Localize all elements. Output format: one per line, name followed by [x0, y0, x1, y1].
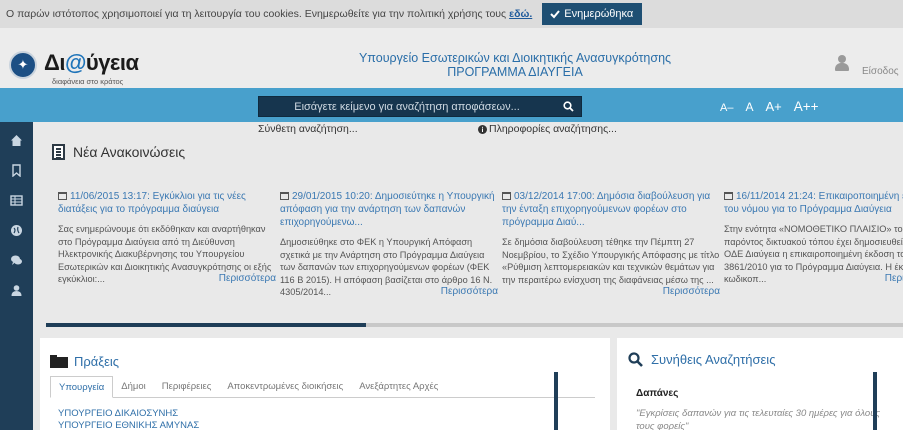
carousel-scroll-thumb[interactable]: [46, 323, 366, 327]
search-box: [258, 96, 582, 117]
folder-open-icon: [50, 355, 68, 368]
search-input[interactable]: [259, 100, 555, 113]
cookie-bar: Ο παρών ιστότοπος χρησιμοποιεί για τη λε…: [0, 0, 903, 28]
announcement-item: 16/11/2014 21:24: Επικαιροποιημένη έκδοσ…: [724, 190, 903, 286]
search-icon: [628, 352, 643, 367]
frequent-searches-panel: Συνήθεις Αναζητήσεις Δαπάνες "Εγκρίσεις …: [617, 338, 903, 430]
announcement-item: 29/01/2015 10:20: Δημοσιεύτηκε η Υπουργι…: [280, 190, 498, 299]
acts-title: Πράξεις: [74, 354, 120, 369]
more-link[interactable]: Περισσότερα: [441, 286, 498, 299]
greek-seal-icon: ✦: [9, 51, 37, 79]
font-size-controls: A– A A+ A++: [720, 99, 819, 114]
announcement-text: Στην ενότητα «ΝΟΜΟΘΕΤΙΚΟ ΠΛΑΙΣΙΟ» του πα…: [724, 224, 903, 284]
announcement-head: 03/12/2014 17:00: Δημόσια διαβούλευση γι…: [502, 191, 711, 228]
news-icon: [52, 144, 65, 160]
user-icon: [11, 285, 22, 296]
announcement-item: 11/06/2015 13:17: Εγκύκλιοι για τις νέες…: [58, 190, 276, 286]
rail-user[interactable]: [0, 279, 33, 302]
search-bar: A– A A+ A++: [0, 88, 903, 122]
frequent-searches-scrollbar[interactable]: [873, 372, 877, 430]
ministry-title: Υπουργείο Εσωτερικών και Διοικητικής Ανα…: [300, 51, 730, 79]
check-icon: [550, 10, 561, 19]
logo-part: ύγεια: [85, 50, 139, 75]
list-item[interactable]: ΥΠΟΥΡΓΕΙΟ ΕΘΝΙΚΗΣ ΑΜΥΝΑΣ: [58, 420, 199, 430]
cookie-accept-label: Ενημερώθηκα: [564, 8, 634, 20]
acts-scrollbar[interactable]: [554, 372, 558, 430]
more-link[interactable]: Περισσότερα: [663, 286, 720, 299]
frequent-searches-title: Συνήθεις Αναζητήσεις: [651, 352, 776, 367]
announcement-head: 11/06/2015 13:17: Εγκύκλιοι για τις νέες…: [58, 191, 246, 215]
announcement-head: 29/01/2015 10:20: Δημοσιεύτηκε η Υπουργι…: [280, 191, 495, 228]
announcement-link[interactable]: 03/12/2014 17:00: Δημόσια διαβούλευση γι…: [502, 190, 720, 229]
search-icon: [562, 101, 574, 112]
advanced-search-link[interactable]: Σύνθετη αναζήτηση...: [258, 123, 358, 135]
ministry-line: Υπουργείο Εσωτερικών και Διοικητικής Ανα…: [358, 51, 672, 65]
rail-table[interactable]: [0, 189, 33, 212]
acts-header: Πράξεις: [50, 354, 119, 369]
cookie-text: Ο παρών ιστότοπος χρησιμοποιεί για τη λε…: [6, 8, 507, 20]
list-item[interactable]: ΥΠΟΥΡΓΕΙΟ ΔΙΚΑΙΟΣΥΝΗΣ: [58, 408, 199, 420]
more-link[interactable]: Περισσότερα: [219, 273, 276, 286]
diavgeia-logo[interactable]: Δι@ύγεια: [44, 50, 139, 76]
search-info-link[interactable]: Πληροφορίες αναζήτησης...: [478, 123, 617, 135]
tab-municipalities[interactable]: Δήμοι: [113, 376, 154, 397]
calendar-icon: [502, 192, 511, 200]
logo-at: @: [64, 50, 86, 75]
font-decrease-button[interactable]: A–: [720, 102, 733, 114]
home-icon: [11, 135, 22, 146]
ministry-list: ΥΠΟΥΡΓΕΙΟ ΔΙΚΑΙΟΣΥΝΗΣ ΥΠΟΥΡΓΕΙΟ ΕΘΝΙΚΗΣ …: [58, 408, 199, 430]
more-link[interactable]: Περισσότερα: [885, 273, 903, 286]
search-info-label: Πληροφορίες αναζήτησης...: [489, 123, 617, 135]
rail-bookmark[interactable]: [0, 159, 33, 182]
tab-ministries[interactable]: Υπουργεία: [50, 376, 114, 398]
announcement-link[interactable]: 16/11/2014 21:24: Επικαιροποιημένη έκδοσ…: [724, 190, 903, 216]
rail-comments[interactable]: [0, 249, 33, 272]
tab-decentralized-administrations[interactable]: Αποκεντρωμένες διοικήσεις: [219, 376, 351, 397]
frequent-search-link[interactable]: "Εγκρίσεις δαπανών για τις τελευταίες 30…: [636, 407, 881, 430]
logo-part: Δι: [44, 50, 65, 75]
comments-icon: [11, 255, 22, 265]
rail-globe[interactable]: [0, 219, 33, 242]
announcements-carousel: 11/06/2015 13:17: Εγκύκλιοι για τις νέες…: [46, 190, 903, 320]
rail-home[interactable]: [0, 129, 33, 152]
font-normal-button[interactable]: A: [745, 100, 753, 114]
acts-panel: Πράξεις Υπουργεία Δήμοι Περιφέρειες Αποκ…: [40, 338, 610, 430]
announcements-header: Νέα Ανακοινώσεις: [52, 144, 185, 160]
tab-independent-authorities[interactable]: Ανεξάρτητες Αρχές: [351, 376, 446, 397]
program-line: ΠΡΟΓΡΑΜΜΑ ΔΙΑΥΓΕΙΑ: [447, 65, 583, 79]
cookie-accept-button[interactable]: Ενημερώθηκα: [542, 3, 643, 25]
tab-regions[interactable]: Περιφέρειες: [154, 376, 220, 397]
calendar-icon: [58, 192, 67, 200]
announcement-text: Σε δημόσια διαβούλευση τέθηκε την Πέμπτη…: [502, 237, 720, 285]
acts-tabs: Υπουργεία Δήμοι Περιφέρειες Αποκεντρωμέν…: [50, 376, 595, 398]
info-icon: [478, 124, 487, 134]
announcement-body: Σε δημόσια διαβούλευση τέθηκε την Πέμπτη…: [502, 236, 720, 297]
left-rail: [0, 122, 33, 430]
announcements-title: Νέα Ανακοινώσεις: [73, 144, 186, 160]
calendar-icon: [280, 192, 289, 200]
user-icon[interactable]: [835, 55, 849, 71]
announcement-head: 16/11/2014 21:24: Επικαιροποιημένη έκδοσ…: [724, 191, 903, 215]
logo-tagline: διαφάνεια στο κράτος: [52, 77, 124, 86]
announcement-body: Στην ενότητα «ΝΟΜΟΘΕΤΙΚΟ ΠΛΑΙΣΙΟ» του πα…: [724, 223, 903, 286]
announcement-link[interactable]: 29/01/2015 10:20: Δημοσιεύτηκε η Υπουργι…: [280, 190, 498, 229]
announcement-link[interactable]: 11/06/2015 13:17: Εγκύκλιοι για τις νέες…: [58, 190, 276, 216]
font-increase-button[interactable]: A+: [765, 99, 781, 114]
search-category: Δαπάνες: [636, 388, 679, 399]
bookmark-icon: [12, 164, 21, 177]
announcement-body: Σας ενημερώνουμε ότι εκδόθηκαν και αναρτ…: [58, 223, 276, 286]
site-header: ✦ Δι@ύγεια διαφάνεια στο κράτος Υπουργεί…: [0, 28, 903, 88]
search-button[interactable]: [555, 97, 581, 116]
frequent-searches-header: Συνήθεις Αναζητήσεις: [628, 352, 775, 367]
calendar-icon: [724, 192, 733, 200]
announcement-item: 03/12/2014 17:00: Δημόσια διαβούλευση γι…: [502, 190, 720, 299]
globe-icon: [11, 225, 22, 236]
login-link[interactable]: Είσοδος: [862, 66, 899, 77]
font-max-button[interactable]: A++: [794, 99, 819, 114]
announcement-body: Δημοσιεύθηκε στο ΦΕΚ η Υπουργική Απόφαση…: [280, 236, 498, 299]
table-icon: [10, 195, 23, 206]
cookie-policy-link[interactable]: εδώ.: [509, 8, 532, 20]
